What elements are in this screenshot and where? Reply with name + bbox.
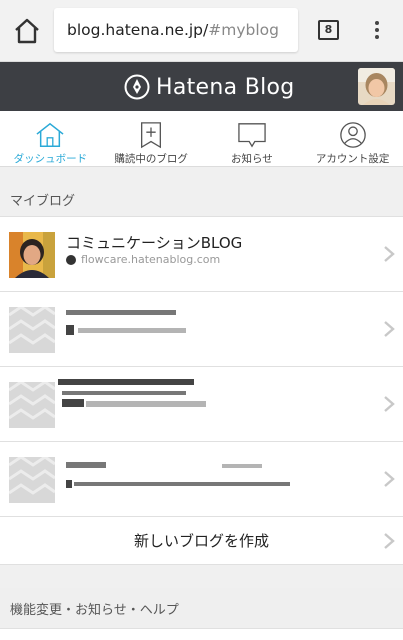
- redacted-title: [66, 310, 176, 315]
- chevron-right-icon: [384, 321, 395, 337]
- chevron-right-icon: [384, 396, 395, 412]
- person-icon: [339, 122, 366, 148]
- blog-thumbnail-placeholder: [9, 382, 55, 428]
- list-item[interactable]: [0, 442, 403, 517]
- redacted-icon: [66, 325, 74, 335]
- url-hash: #myblog: [208, 21, 279, 39]
- redacted-url: [86, 401, 206, 407]
- tab-subscriptions-label: 購読中のブログ: [114, 153, 188, 165]
- chevron-right-icon: [384, 533, 395, 549]
- tab-account-settings-label: アカウント設定: [315, 153, 390, 165]
- redacted-icon: [66, 480, 72, 488]
- tab-switcher-button[interactable]: 8: [318, 20, 339, 40]
- redacted-title-part: [222, 464, 262, 468]
- bookmark-plus-icon: [141, 122, 162, 149]
- chevron-right-icon: [384, 471, 395, 487]
- redacted-icon: [62, 399, 84, 407]
- tab-notifications-label: お知らせ: [230, 153, 273, 165]
- create-blog-label: 新しいブログを作成: [133, 532, 269, 550]
- blog-url: flowcare.hatenablog.com: [66, 253, 220, 266]
- blog-thumbnail: [9, 232, 55, 278]
- list-item[interactable]: [0, 367, 403, 442]
- globe-icon: [66, 254, 76, 265]
- app-header: Hatena Blog: [0, 62, 403, 111]
- help-section-list-start: [0, 628, 403, 640]
- pen-nib-icon: [124, 74, 150, 100]
- logo-text: Hatena Blog: [156, 74, 295, 100]
- tab-dashboard-label: ダッシュボード: [13, 153, 88, 165]
- create-blog-button[interactable]: 新しいブログを作成: [0, 517, 403, 565]
- redacted-title: [58, 379, 194, 385]
- blog-title: コミュニケーションBLOG: [66, 234, 243, 252]
- house-icon: [36, 122, 64, 147]
- redacted-url: [74, 482, 290, 486]
- chevron-right-icon: [384, 246, 395, 262]
- url-host: blog.hatena.ne.jp/: [67, 21, 209, 39]
- address-bar[interactable]: blog.hatena.ne.jp/#myblog: [54, 8, 298, 52]
- tab-account-settings[interactable]: アカウント設定: [302, 111, 403, 166]
- redacted-title-line: [62, 391, 186, 395]
- avatar[interactable]: [358, 68, 395, 105]
- list-item[interactable]: [0, 292, 403, 367]
- browser-toolbar: blog.hatena.ne.jp/#myblog 8: [0, 0, 403, 62]
- hatena-blog-logo[interactable]: Hatena Blog: [124, 72, 295, 102]
- blog-thumbnail-placeholder: [9, 307, 55, 353]
- tab-notifications[interactable]: お知らせ: [202, 111, 303, 166]
- redacted-title: [66, 462, 106, 468]
- main-nav: ダッシュボード 購読中のブログ お知らせ アカウント設定: [0, 111, 403, 167]
- tab-dashboard[interactable]: ダッシュボード: [0, 111, 101, 166]
- blog-url-text: flowcare.hatenablog.com: [81, 253, 221, 266]
- list-item[interactable]: コミュニケーションBLOG flowcare.hatenablog.com: [0, 217, 403, 292]
- home-icon[interactable]: [12, 16, 42, 46]
- overflow-menu-icon[interactable]: [370, 19, 384, 43]
- blog-thumbnail-placeholder: [9, 457, 55, 503]
- tab-subscriptions[interactable]: 購読中のブログ: [101, 111, 202, 166]
- redacted-url: [78, 328, 186, 333]
- speech-bubble-icon: [238, 123, 266, 148]
- help-section-heading: 機能変更・お知らせ・ヘルプ: [10, 603, 179, 618]
- blog-list: コミュニケーションBLOG flowcare.hatenablog.com 新し…: [0, 216, 403, 565]
- my-blogs-heading: マイブログ: [10, 194, 76, 209]
